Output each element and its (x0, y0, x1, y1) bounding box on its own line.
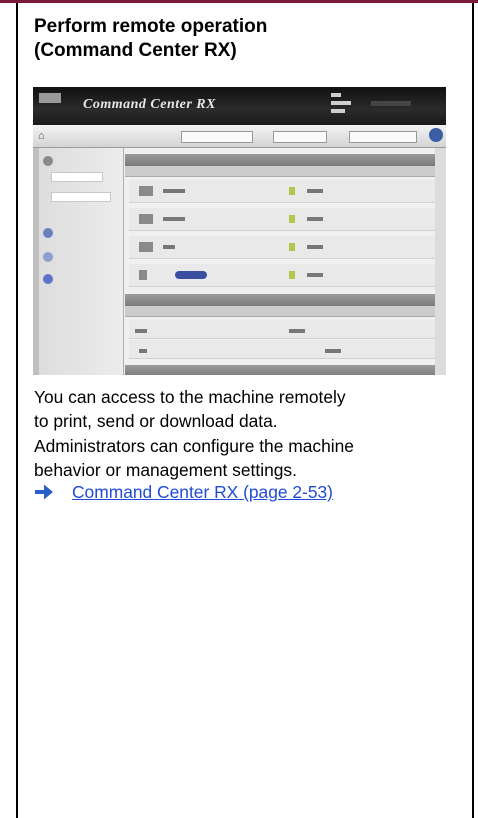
sidebar-entry-4 (43, 274, 56, 284)
logo-mark (39, 93, 61, 103)
screenshot-brand-title: Command Center RX (83, 97, 216, 112)
panel-row (129, 340, 442, 359)
section-title-line-1: Perform remote operation (34, 16, 268, 37)
user-info (331, 93, 365, 115)
panel-row (129, 180, 442, 203)
screenshot-main (125, 148, 446, 375)
help-icon (429, 128, 443, 142)
toolbar-field (273, 131, 327, 143)
panel-subheader-2 (125, 306, 446, 317)
sidebar-entry-2 (43, 228, 56, 238)
panel-header-3 (125, 365, 446, 375)
home-icon: ⌂ (38, 130, 45, 142)
description-paragraph: You can access to the machine remotely t… (34, 385, 454, 433)
screenshot-sidebar (33, 148, 124, 375)
panel-header-1 (125, 154, 446, 166)
sidebar-entry-1 (43, 156, 56, 166)
description-line-2: to print, send or download data. (34, 411, 278, 431)
panel-header-2 (125, 294, 446, 306)
panel-row (129, 208, 442, 231)
section-title-line-2: (Command Center RX) (34, 40, 237, 61)
login-field (371, 101, 411, 106)
sidebar-field-2 (51, 192, 111, 202)
panel-subheader-1 (125, 166, 446, 177)
panel-row (129, 320, 442, 339)
command-center-screenshot: Command Center RX ⌂ (33, 87, 446, 375)
sidebar-entry-3 (43, 252, 56, 262)
description-line-1: You can access to the machine remotely (34, 387, 346, 407)
panel-row (129, 236, 442, 259)
screenshot-scrollbar (435, 148, 446, 375)
sidebar-field-1 (51, 172, 103, 182)
admin-paragraph: Administrators can configure the machine… (34, 434, 454, 482)
screenshot-toolbar: ⌂ (33, 125, 446, 148)
toolbar-select (181, 131, 253, 143)
admin-line-2: behavior or management settings. (34, 460, 297, 480)
right-arrow-icon (35, 484, 53, 500)
panel-row (129, 264, 442, 287)
toolbar-field-2 (349, 131, 417, 143)
section-title: Perform remote operation (Command Center… (34, 15, 454, 63)
screenshot-header: Command Center RX (33, 87, 446, 125)
command-center-link[interactable]: Command Center RX (page 2-53) (72, 481, 333, 503)
admin-line-1: Administrators can configure the machine (34, 436, 354, 456)
